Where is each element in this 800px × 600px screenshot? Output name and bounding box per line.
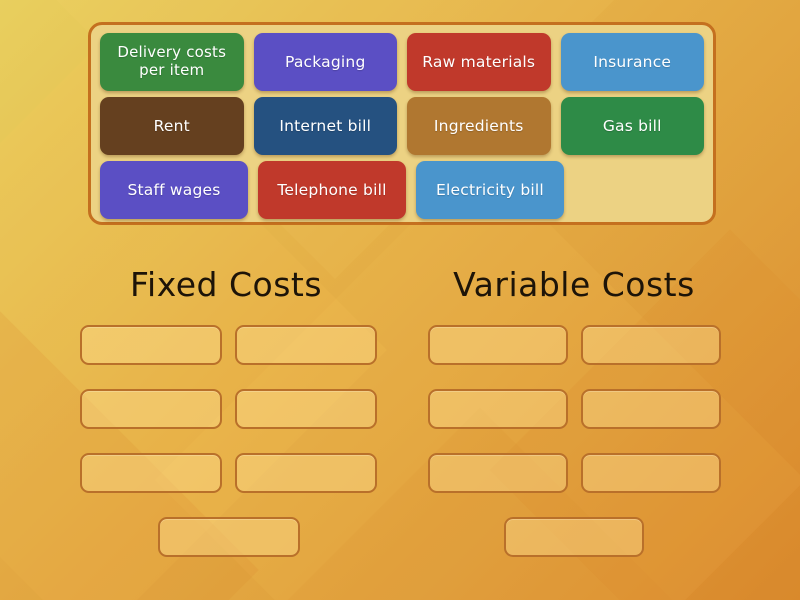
drop-slot[interactable] — [235, 453, 377, 493]
drop-slot[interactable] — [581, 453, 721, 493]
draggable-tile[interactable]: Internet bill — [253, 97, 397, 155]
draggable-tile[interactable]: Ingredients — [407, 97, 551, 155]
background-shape — [267, 407, 693, 600]
activity-stage: Delivery costs per item Packaging Raw ma… — [0, 0, 800, 600]
draggable-tile[interactable]: Raw materials — [407, 33, 551, 91]
tile-tray: Delivery costs per item Packaging Raw ma… — [88, 22, 716, 225]
drop-slot[interactable] — [581, 325, 721, 365]
column-heading-variable-costs: Variable Costs — [453, 265, 695, 304]
drop-slot[interactable] — [235, 389, 377, 429]
drop-slot[interactable] — [428, 389, 568, 429]
draggable-tile[interactable]: Telephone bill — [258, 161, 406, 219]
column-heading-fixed-costs: Fixed Costs — [129, 265, 323, 304]
drop-slot[interactable] — [581, 389, 721, 429]
drop-slot[interactable] — [158, 517, 300, 557]
drop-slot[interactable] — [235, 325, 377, 365]
tile-row: Rent Internet bill Ingredients Gas bill — [100, 97, 704, 155]
drop-slot[interactable] — [80, 325, 222, 365]
draggable-tile[interactable]: Delivery costs per item — [100, 33, 244, 91]
drop-slot[interactable] — [80, 453, 222, 493]
draggable-tile[interactable]: Staff wages — [100, 161, 248, 219]
draggable-tile[interactable]: Insurance — [560, 33, 704, 91]
tile-row: Staff wages Telephone bill Electricity b… — [100, 161, 704, 219]
drop-slot[interactable] — [504, 517, 644, 557]
drop-slot[interactable] — [428, 453, 568, 493]
draggable-tile[interactable]: Rent — [100, 97, 244, 155]
drop-slot[interactable] — [80, 389, 222, 429]
tile-row: Delivery costs per item Packaging Raw ma… — [100, 33, 704, 91]
draggable-tile[interactable]: Electricity bill — [416, 161, 564, 219]
draggable-tile[interactable]: Gas bill — [560, 97, 704, 155]
drop-slot[interactable] — [428, 325, 568, 365]
draggable-tile[interactable]: Packaging — [253, 33, 397, 91]
